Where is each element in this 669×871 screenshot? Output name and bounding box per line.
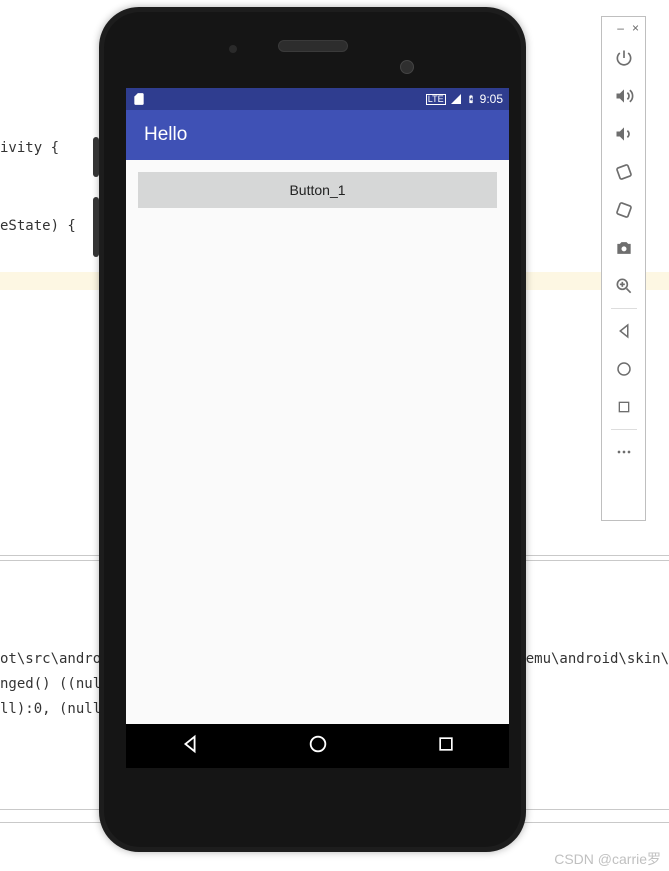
emulator-toolbar: – × <box>601 16 646 521</box>
circle-home-icon <box>615 360 633 378</box>
minimize-button[interactable]: – <box>617 21 624 35</box>
back-button[interactable] <box>602 312 645 350</box>
code-line: ivity { <box>0 140 59 156</box>
power-icon <box>614 48 634 68</box>
zoom-button[interactable] <box>602 267 645 305</box>
app-title: Hello <box>144 124 187 146</box>
square-overview-icon <box>616 399 632 415</box>
zoom-icon <box>614 276 634 296</box>
sd-card-icon <box>132 92 146 106</box>
app-bar: Hello <box>126 110 509 160</box>
camera-icon <box>614 238 634 258</box>
code-line: -emu\android\skin\ <box>517 651 669 667</box>
close-button[interactable]: × <box>632 21 639 35</box>
more-icon <box>614 442 634 462</box>
screenshot-button[interactable] <box>602 229 645 267</box>
clock: 9:05 <box>480 92 503 106</box>
watermark: CSDN @carrie罗 <box>554 849 661 869</box>
rotate-left-button[interactable] <box>602 153 645 191</box>
code-line: eState) { <box>0 218 76 234</box>
code-line: ot\src\androi <box>0 651 110 667</box>
side-button <box>93 137 99 177</box>
rotate-left-icon <box>614 162 634 182</box>
status-bar: LTE 9:05 <box>126 88 509 110</box>
volume-down-button[interactable] <box>602 115 645 153</box>
side-button <box>93 197 99 257</box>
more-button[interactable] <box>602 433 645 471</box>
navigation-bar <box>126 724 509 768</box>
phone-device-frame: LTE 9:05 Hello Button_1 <box>99 7 526 852</box>
volume-up-button[interactable] <box>602 77 645 115</box>
front-camera <box>229 45 237 53</box>
nav-home-button[interactable] <box>307 733 329 760</box>
code-line: nged() ((nul <box>0 676 101 692</box>
triangle-back-icon <box>615 322 633 340</box>
phone-screen: LTE 9:05 Hello Button_1 <box>126 88 509 768</box>
rotate-right-button[interactable] <box>602 191 645 229</box>
speaker-grille <box>278 40 348 52</box>
square-overview-icon <box>436 734 456 754</box>
volume-down-icon <box>614 124 634 144</box>
triangle-back-icon <box>179 733 201 755</box>
emulator-titlebar: – × <box>602 17 645 39</box>
home-button[interactable] <box>602 350 645 388</box>
overview-button[interactable] <box>602 388 645 426</box>
code-line: ll):0, (null) <box>0 701 110 717</box>
proximity-sensor <box>400 60 414 74</box>
nav-back-button[interactable] <box>179 733 201 760</box>
signal-icon <box>450 93 462 105</box>
power-button[interactable] <box>602 39 645 77</box>
network-lte-badge: LTE <box>426 94 446 105</box>
app-content: Button_1 <box>126 160 509 220</box>
nav-overview-button[interactable] <box>436 734 456 759</box>
battery-icon <box>466 92 476 106</box>
circle-home-icon <box>307 733 329 755</box>
volume-up-icon <box>614 86 634 106</box>
button-1[interactable]: Button_1 <box>138 172 497 208</box>
rotate-right-icon <box>614 200 634 220</box>
